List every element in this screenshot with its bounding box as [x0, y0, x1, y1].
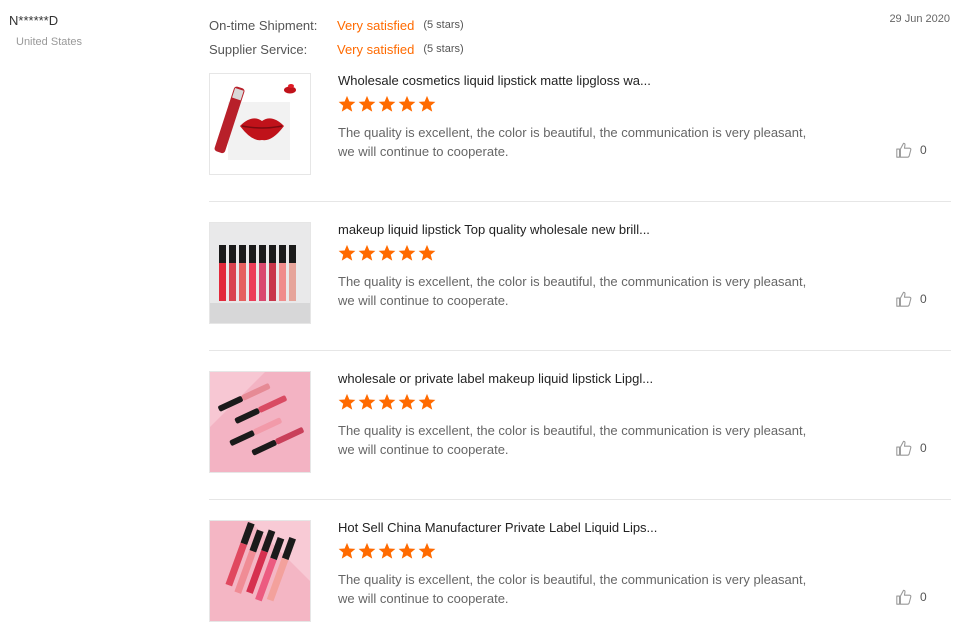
star-icon	[398, 393, 416, 410]
review-comment-line: we will continue to cooperate.	[338, 442, 509, 457]
product-thumbnail[interactable]	[209, 222, 311, 324]
product-review-item: Hot Sell China Manufacturer Private Labe…	[209, 520, 951, 622]
star-icon	[398, 95, 416, 112]
review-comment-line: we will continue to cooperate.	[338, 144, 509, 159]
review-comment: The quality is excellent, the color is b…	[338, 272, 848, 310]
like-button[interactable]: 0	[895, 588, 927, 606]
rating-stars-text: (5 stars)	[423, 43, 464, 55]
star-icon	[418, 95, 436, 112]
product-review-item: wholesale or private label makeup liquid…	[209, 371, 951, 501]
thumbs-up-icon	[896, 440, 912, 456]
like-button[interactable]: 0	[895, 141, 927, 159]
rating-label: On-time Shipment:	[209, 17, 318, 33]
like-count: 0	[920, 590, 927, 604]
star-icon	[418, 542, 436, 559]
product-review-item: Wholesale cosmetics liquid lipstick matt…	[209, 73, 951, 203]
star-icon	[338, 542, 356, 559]
rating-value: Very satisfied	[337, 41, 415, 57]
review-comment: The quality is excellent, the color is b…	[338, 570, 848, 608]
star-icon	[358, 244, 376, 261]
star-icon	[338, 393, 356, 410]
star-icon	[338, 95, 356, 112]
lipgloss-bundle-image	[210, 521, 310, 621]
supplier-ratings: On-time Shipment: Very satisfied (5 star…	[209, 13, 464, 61]
lipstick-lips-image	[210, 74, 310, 174]
star-icon	[398, 244, 416, 261]
star-icon	[378, 393, 396, 410]
product-title-link[interactable]: Wholesale cosmetics liquid lipstick matt…	[338, 73, 651, 88]
review-comment: The quality is excellent, the color is b…	[338, 421, 848, 459]
divider	[209, 201, 951, 202]
product-title-link[interactable]: makeup liquid lipstick Top quality whole…	[338, 222, 650, 237]
thumbs-up-icon	[896, 291, 912, 307]
star-icon	[358, 393, 376, 410]
review-comment-line: The quality is excellent, the color is b…	[338, 125, 807, 140]
like-count: 0	[920, 292, 927, 306]
product-thumbnail[interactable]	[209, 371, 311, 473]
star-icon	[398, 542, 416, 559]
star-icon	[378, 95, 396, 112]
like-button[interactable]: 0	[895, 439, 927, 457]
thumbs-up-icon	[896, 142, 912, 158]
rating-value: Very satisfied	[337, 17, 415, 33]
rating-row-service: Supplier Service: Very satisfied (5 star…	[209, 37, 464, 61]
product-star-rating	[338, 393, 436, 411]
product-star-rating	[338, 95, 436, 113]
product-star-rating	[338, 542, 436, 560]
product-star-rating	[338, 244, 436, 262]
review-comment-line: we will continue to cooperate.	[338, 591, 509, 606]
lipgloss-row-image	[210, 223, 310, 323]
product-title-link[interactable]: wholesale or private label makeup liquid…	[338, 371, 653, 386]
star-icon	[378, 244, 396, 261]
product-thumbnail[interactable]	[209, 520, 311, 622]
review-comment-line: The quality is excellent, the color is b…	[338, 572, 807, 587]
like-button[interactable]: 0	[895, 290, 927, 308]
divider	[209, 499, 951, 500]
like-count: 0	[920, 441, 927, 455]
thumbs-up-icon	[896, 589, 912, 605]
product-title-link[interactable]: Hot Sell China Manufacturer Private Labe…	[338, 520, 657, 535]
star-icon	[338, 244, 356, 261]
review-comment-line: The quality is excellent, the color is b…	[338, 274, 807, 289]
review-date: 29 Jun 2020	[889, 13, 950, 25]
star-icon	[358, 542, 376, 559]
rating-row-shipment: On-time Shipment: Very satisfied (5 star…	[209, 13, 464, 37]
star-icon	[358, 95, 376, 112]
star-icon	[418, 393, 436, 410]
product-review-item: makeup liquid lipstick Top quality whole…	[209, 222, 951, 352]
reviewer-info: N******D United States	[9, 13, 82, 48]
rating-label: Supplier Service:	[209, 41, 308, 57]
review-comment-line: The quality is excellent, the color is b…	[338, 423, 807, 438]
reviewer-country: United States	[16, 36, 83, 48]
reviewer-name: N******D	[9, 13, 59, 28]
rating-stars-text: (5 stars)	[423, 19, 464, 31]
like-count: 0	[920, 143, 927, 157]
star-icon	[378, 542, 396, 559]
product-thumbnail[interactable]	[209, 73, 311, 175]
star-icon	[418, 244, 436, 261]
divider	[209, 350, 951, 351]
review-comment: The quality is excellent, the color is b…	[338, 123, 848, 161]
review-comment-line: we will continue to cooperate.	[338, 293, 509, 308]
lipgloss-pink-image	[210, 372, 310, 472]
